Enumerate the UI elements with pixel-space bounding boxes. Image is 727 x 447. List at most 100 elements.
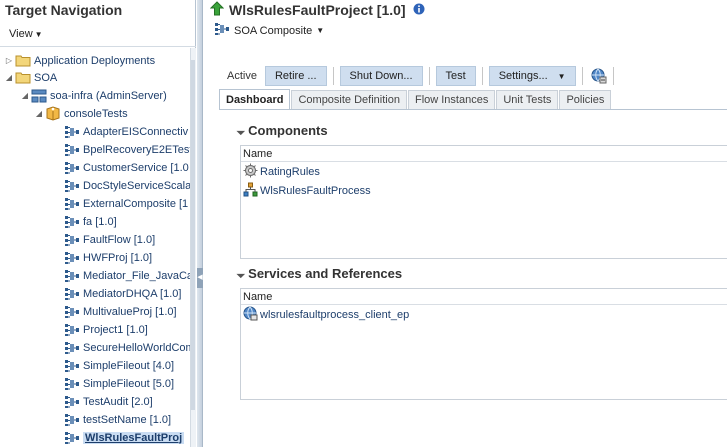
tree-node-composite[interactable]: Project1 [1.0]: [64, 321, 148, 338]
components-section-title: Components: [248, 123, 328, 138]
tree-node-composite[interactable]: CustomerService [1.0: [64, 159, 189, 176]
tree-node-label: HWFProj [1.0]: [83, 251, 153, 264]
tree-node-label: Project1 [1.0]: [83, 323, 148, 336]
tree-node-composite[interactable]: Mediator_File_JavaCa: [64, 267, 190, 284]
composite-icon: [64, 287, 80, 301]
tab-dashboard[interactable]: Dashboard: [219, 89, 291, 109]
composite-icon: [64, 269, 80, 283]
tree-node-composite[interactable]: DocStyleServiceScalar: [64, 177, 190, 194]
rules-icon: [243, 163, 258, 181]
tree-node-soa[interactable]: ◢ SOA: [4, 69, 57, 86]
main-content: WlsRulesFaultProject [1.0] SOA Composite…: [204, 0, 727, 447]
composite-icon: [64, 413, 80, 427]
collapse-section-icon[interactable]: ◢: [236, 268, 247, 279]
tree-node-composite[interactable]: BpelRecoveryE2ETest: [64, 141, 190, 158]
tree-node-composite[interactable]: fa [1.0]: [64, 213, 117, 230]
settings-button-label: Settings...: [498, 70, 548, 82]
shut-down-button-label: Shut Down...: [349, 70, 413, 82]
collapse-panel-icon[interactable]: ◀: [197, 268, 203, 288]
tree-node-composite[interactable]: ExternalComposite [1: [64, 195, 188, 212]
tree-node-composite[interactable]: WlsRulesFaultProj: [64, 429, 185, 446]
panel-splitter[interactable]: [197, 0, 203, 447]
tab-unit-tests[interactable]: Unit Tests: [496, 90, 559, 109]
toolbar-separator: [481, 67, 483, 85]
composite-icon: [64, 431, 80, 445]
tree-node-label: testSetName [1.0]: [83, 413, 172, 426]
collapse-section-icon[interactable]: ◢: [236, 125, 247, 136]
partition-icon: [45, 106, 61, 121]
tab-label: Composite Definition: [298, 94, 400, 106]
globe-settings-icon[interactable]: [591, 68, 607, 84]
tree-node-composite[interactable]: TestAudit [2.0]: [64, 393, 153, 410]
soa-composite-menu[interactable]: SOA Composite ▼: [214, 22, 324, 39]
tree-node-composite[interactable]: FaultFlow [1.0]: [64, 231, 155, 248]
target-navigation-panel: Target Navigation View ▼ ▷ Application De…: [0, 0, 196, 447]
tab-label: Flow Instances: [414, 94, 489, 106]
chevron-down-icon: ▼: [316, 26, 325, 35]
collapse-toggle-icon[interactable]: ◢: [20, 91, 30, 100]
soa-composite-label: SOA Composite: [234, 24, 313, 37]
name-column-header[interactable]: Name: [241, 146, 727, 162]
tree-node-label: SimpleFileout [5.0]: [83, 377, 175, 390]
scrollbar-thumb[interactable]: [191, 60, 195, 410]
expand-toggle-icon[interactable]: ▷: [4, 56, 14, 65]
tab-policies[interactable]: Policies: [559, 90, 612, 109]
tree-node-composite[interactable]: SecureHelloWorldCom: [64, 339, 190, 356]
tree-node-composite[interactable]: HWFProj [1.0]: [64, 249, 152, 266]
chevron-down-icon: ▼: [557, 71, 566, 81]
toolbar-separator: [332, 67, 334, 85]
tree-node-soa-infra[interactable]: ◢ soa-infra (AdminServer): [20, 87, 167, 104]
services-table: Name wlsrulesfaultprocess_client_ep: [240, 288, 727, 400]
services-section-header[interactable]: ◢ Services and References: [236, 266, 403, 281]
navigation-divider: [0, 46, 196, 47]
tree-node-composite[interactable]: MediatorDHQA [1.0]: [64, 285, 181, 302]
components-section-header[interactable]: ◢ Components: [236, 123, 328, 138]
services-section-title: Services and References: [248, 266, 403, 281]
bpel-process-icon: [243, 182, 258, 200]
action-toolbar: Active Retire ... Shut Down... Test Sett…: [224, 66, 620, 86]
shut-down-button[interactable]: Shut Down...: [339, 66, 423, 86]
soa-infra-icon: [31, 89, 47, 103]
tab-flow-instances[interactable]: Flow Instances: [407, 90, 496, 109]
status-up-arrow-icon: [209, 1, 225, 19]
retire-button[interactable]: Retire ...: [264, 66, 327, 86]
toolbar-separator: [428, 67, 430, 85]
composite-icon: [64, 377, 80, 391]
tree-node-label: soa-infra (AdminServer): [50, 89, 167, 102]
tree-node-composite[interactable]: MultivalueProj [1.0]: [64, 303, 177, 320]
composite-icon: [64, 179, 80, 193]
test-button-label: Test: [445, 70, 466, 82]
tree-node-application-deployments[interactable]: ▷ Application Deployments: [4, 52, 155, 69]
name-column-header[interactable]: Name: [241, 289, 727, 305]
composite-icon: [64, 305, 80, 319]
info-icon[interactable]: [413, 3, 425, 18]
settings-button[interactable]: Settings... ▼: [488, 66, 576, 86]
tree-node-label: Application Deployments: [34, 54, 156, 67]
tree-node-consoletests[interactable]: ◢ consoleTests: [34, 105, 128, 122]
toolbar-separator: [612, 67, 614, 85]
tree-node-label: consoleTests: [64, 107, 128, 120]
tree-node-composite[interactable]: testSetName [1.0]: [64, 411, 171, 428]
chevron-down-icon: ▼: [34, 30, 43, 39]
collapse-toggle-icon[interactable]: ◢: [4, 73, 14, 82]
composite-icon: [214, 22, 230, 39]
test-button[interactable]: Test: [435, 66, 476, 86]
composite-icon: [64, 395, 80, 409]
tab-composite-definition[interactable]: Composite Definition: [291, 90, 407, 109]
view-menu-label: View: [9, 28, 33, 40]
tree-node-composite[interactable]: SimpleFileout [5.0]: [64, 375, 174, 392]
component-link-wlsrulesfaultprocess[interactable]: WlsRulesFaultProcess: [260, 185, 371, 197]
web-service-icon: [243, 306, 258, 324]
tree-node-composite[interactable]: SimpleFileout [4.0]: [64, 357, 174, 374]
table-row: wlsrulesfaultprocess_client_ep: [241, 305, 727, 324]
service-link-client-ep[interactable]: wlsrulesfaultprocess_client_ep: [260, 309, 409, 321]
composite-icon: [64, 143, 80, 157]
collapse-toggle-icon[interactable]: ◢: [34, 109, 44, 118]
composite-icon: [64, 197, 80, 211]
view-menu-button[interactable]: View ▼: [4, 27, 48, 45]
component-link-ratingrules[interactable]: RatingRules: [260, 166, 320, 178]
tree-node-composite[interactable]: AdapterEISConnectiv: [64, 123, 188, 140]
tree-node-label: SecureHelloWorldCom: [83, 341, 190, 354]
tree-node-label: AdapterEISConnectiv: [83, 125, 189, 138]
tab-bar: Dashboard Composite Definition Flow Inst…: [219, 89, 612, 109]
